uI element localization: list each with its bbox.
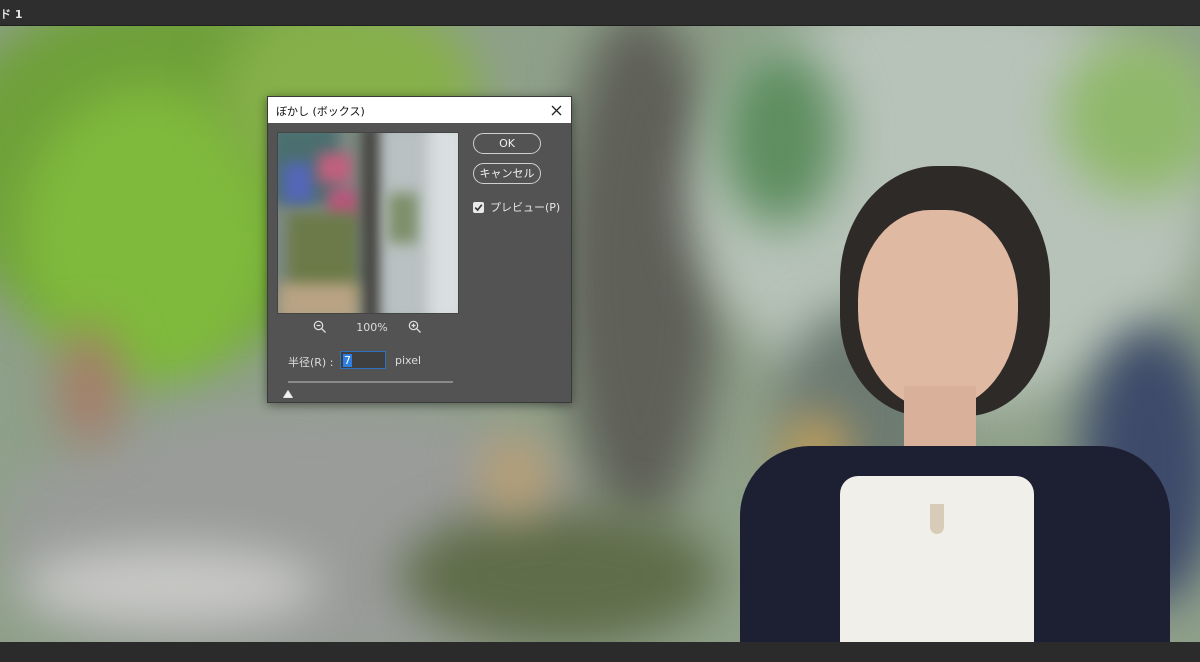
preview-label: プレビュー(P) <box>490 201 561 214</box>
zoom-in-button[interactable] <box>408 319 426 337</box>
cancel-button[interactable]: キャンセル <box>473 163 541 184</box>
radius-slider-track[interactable] <box>288 381 453 383</box>
ok-button[interactable]: OK <box>473 133 541 154</box>
dialog-title-bar[interactable]: ぼかし (ボックス) <box>268 97 571 123</box>
zoom-out-icon <box>313 320 326 333</box>
zoom-level: 100% <box>356 321 388 334</box>
preview-checkbox-row[interactable]: プレビュー(P) <box>473 200 560 214</box>
document-canvas[interactable] <box>0 26 1200 642</box>
radius-slider-thumb[interactable] <box>282 383 294 399</box>
radius-value: 7 <box>343 354 352 367</box>
radius-unit-label: pixel <box>395 354 422 367</box>
radius-label: 半径(R) : <box>288 356 334 369</box>
box-blur-dialog: ぼかし (ボックス) 100% OK キャンセル プレビュー(P) 半径(R) … <box>267 96 572 403</box>
preview-window[interactable] <box>277 132 459 314</box>
document-tab-title[interactable]: ド 1 <box>0 6 22 22</box>
radius-row: 半径(R) : 7 pixel <box>288 351 548 371</box>
zoom-in-icon <box>408 320 421 333</box>
checkmark-icon <box>474 203 483 211</box>
document-tab-bar: ド 1 <box>0 0 1200 26</box>
status-bar <box>0 642 1200 662</box>
radius-input[interactable]: 7 <box>340 351 386 369</box>
close-button[interactable] <box>545 99 567 121</box>
zoom-controls: 100% <box>277 319 459 337</box>
person-figure <box>740 166 1170 642</box>
preview-checkbox[interactable] <box>473 201 484 213</box>
dialog-title: ぼかし (ボックス) <box>276 105 365 118</box>
zoom-out-button[interactable] <box>313 319 331 337</box>
close-icon <box>551 105 561 115</box>
